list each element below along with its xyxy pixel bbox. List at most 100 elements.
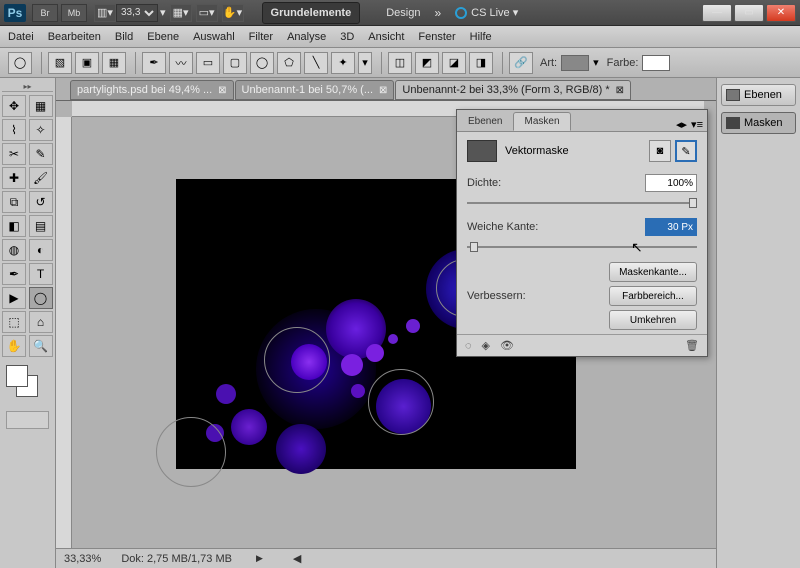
screen-mode-icon[interactable]: ▥▾ [94,4,116,22]
menu-datei[interactable]: Datei [8,31,34,43]
minimize-button[interactable]: — [702,4,732,22]
umkehren-button[interactable]: Umkehren [609,310,697,330]
weiche-slider[interactable] [467,242,697,252]
status-dok[interactable]: Dok: 2,75 MB/1,73 MB [121,553,232,565]
menu-fenster[interactable]: Fenster [418,31,455,43]
eyedropper-tool[interactable]: ✎ [29,143,53,165]
3d-cam-tool[interactable]: ⌂ [29,311,53,333]
ellipse-icon[interactable]: ◯ [250,52,274,74]
crop-tool[interactable]: ✂ [2,143,26,165]
menu-analyse[interactable]: Analyse [287,31,326,43]
workspace-more-icon[interactable]: » [434,6,441,20]
menu-auswahl[interactable]: Auswahl [193,31,235,43]
close-icon[interactable]: ⊠ [379,85,387,96]
heal-tool[interactable]: ✚ [2,167,26,189]
close-icon[interactable]: ⊠ [616,85,624,96]
color-swatch[interactable] [642,55,670,71]
path-select-tool[interactable]: ▶ [2,287,26,309]
shape-options-icon[interactable]: ▾ [358,52,372,74]
shape-tool-icon[interactable]: ◯ [8,52,32,74]
grid-icon[interactable]: ▦▾ [170,4,192,22]
menu-ebene[interactable]: Ebene [147,31,179,43]
maskenkante-button[interactable]: Maskenkante... [609,262,697,282]
hand-icon[interactable]: ✋▾ [222,4,244,22]
shape-layers-icon[interactable]: ▧ [48,52,72,74]
doc-tab-1[interactable]: partylights.psd bei 49,4% ...⊠ [70,80,234,100]
close-icon[interactable]: ⊠ [218,85,226,96]
dodge-tool[interactable]: ◐ [29,239,53,261]
panel-ebenen-button[interactable]: Ebenen [721,84,796,106]
3d-tool[interactable]: ⬚ [2,311,26,333]
color-swatches[interactable] [2,365,53,405]
workspace-design[interactable]: Design [378,3,428,23]
pixel-mask-button[interactable]: ◙ [649,140,671,162]
doc-tab-2[interactable]: Unbenannt-1 bei 50,7% (...⊠ [235,80,395,100]
tab-ebenen[interactable]: Ebenen [457,112,513,131]
fg-color[interactable] [6,365,28,387]
cslive-button[interactable]: CS Live ▾ [455,6,518,19]
style-swatch[interactable] [561,55,589,71]
mask-panel[interactable]: Ebenen Masken ◂▸▾≡ Vektormaske ◙ ✎ Dicht… [456,109,708,357]
history-brush-tool[interactable]: ↺ [29,191,53,213]
menu-ansicht[interactable]: Ansicht [368,31,404,43]
gradient-tool[interactable]: ▤ [29,215,53,237]
freeform-pen-icon[interactable]: 〰 [169,52,193,74]
doc-layout-icon[interactable]: ▭▾ [196,4,218,22]
farbbereich-button[interactable]: Farbbereich... [609,286,697,306]
menu-3d[interactable]: 3D [340,31,354,43]
load-selection-icon[interactable]: ◌ [465,340,472,352]
blur-tool[interactable]: ◍ [2,239,26,261]
menu-bearbeiten[interactable]: Bearbeiten [48,31,101,43]
status-zoom[interactable]: 33,33% [64,553,101,565]
dichte-slider[interactable] [467,198,697,208]
apply-mask-icon[interactable]: ◈ [482,339,490,352]
menu-filter[interactable]: Filter [249,31,273,43]
workspace-grundelemente[interactable]: Grundelemente [262,2,361,24]
weiche-input[interactable] [645,218,697,236]
zoom-select[interactable]: 33,3 [116,4,158,22]
rect-icon[interactable]: ▭ [196,52,220,74]
line-icon[interactable]: ╲ [304,52,328,74]
collapse-icon[interactable]: ◂▸ [676,118,687,131]
paths-icon[interactable]: ▣ [75,52,99,74]
lasso-tool[interactable]: ⌇ [2,119,26,141]
wand-tool[interactable]: ✧ [29,119,53,141]
combine-add-icon[interactable]: ◫ [388,52,412,74]
bridge-button[interactable]: Br [32,4,58,22]
hand-tool[interactable]: ✋ [2,335,26,357]
trash-icon[interactable]: 🗑 [685,339,699,352]
pen-tool[interactable]: ✒ [2,263,26,285]
quickmask-toggle[interactable] [6,411,49,429]
panel-masken-button[interactable]: Masken [721,112,796,134]
link-icon[interactable]: 🔗 [509,52,533,74]
mask-thumbnail[interactable] [467,140,497,162]
combine-excl-icon[interactable]: ◨ [469,52,493,74]
fill-pixels-icon[interactable]: ▦ [102,52,126,74]
minibridge-button[interactable]: Mb [61,4,87,22]
pen-icon[interactable]: ✒ [142,52,166,74]
menu-hilfe[interactable]: Hilfe [470,31,492,43]
tab-masken[interactable]: Masken [513,112,570,131]
custom-shape-icon[interactable]: ✦ [331,52,355,74]
move-tool[interactable]: ✥ [2,95,26,117]
brush-tool[interactable]: 🖌 [29,167,53,189]
zoom-tool[interactable]: 🔍 [29,335,53,357]
vector-mask-button[interactable]: ✎ [675,140,697,162]
menu-bild[interactable]: Bild [115,31,133,43]
dichte-input[interactable] [645,174,697,192]
polygon-icon[interactable]: ⬠ [277,52,301,74]
doc-tab-3[interactable]: Unbenannt-2 bei 33,3% (Form 3, RGB/8) *⊠ [395,80,631,100]
stamp-tool[interactable]: ⧉ [2,191,26,213]
maximize-button[interactable]: ▭ [734,4,764,22]
panel-menu-icon[interactable]: ▾≡ [691,118,703,131]
eraser-tool[interactable]: ◧ [2,215,26,237]
combine-int-icon[interactable]: ◪ [442,52,466,74]
marquee-tool[interactable]: ▦ [29,95,53,117]
shape-tool[interactable]: ◯ [29,287,53,309]
combine-sub-icon[interactable]: ◩ [415,52,439,74]
disable-mask-icon[interactable]: 👁 [500,339,514,352]
ruler-vertical[interactable] [56,117,72,548]
close-button[interactable]: ✕ [766,4,796,22]
type-tool[interactable]: T [29,263,53,285]
rounded-rect-icon[interactable]: ▢ [223,52,247,74]
